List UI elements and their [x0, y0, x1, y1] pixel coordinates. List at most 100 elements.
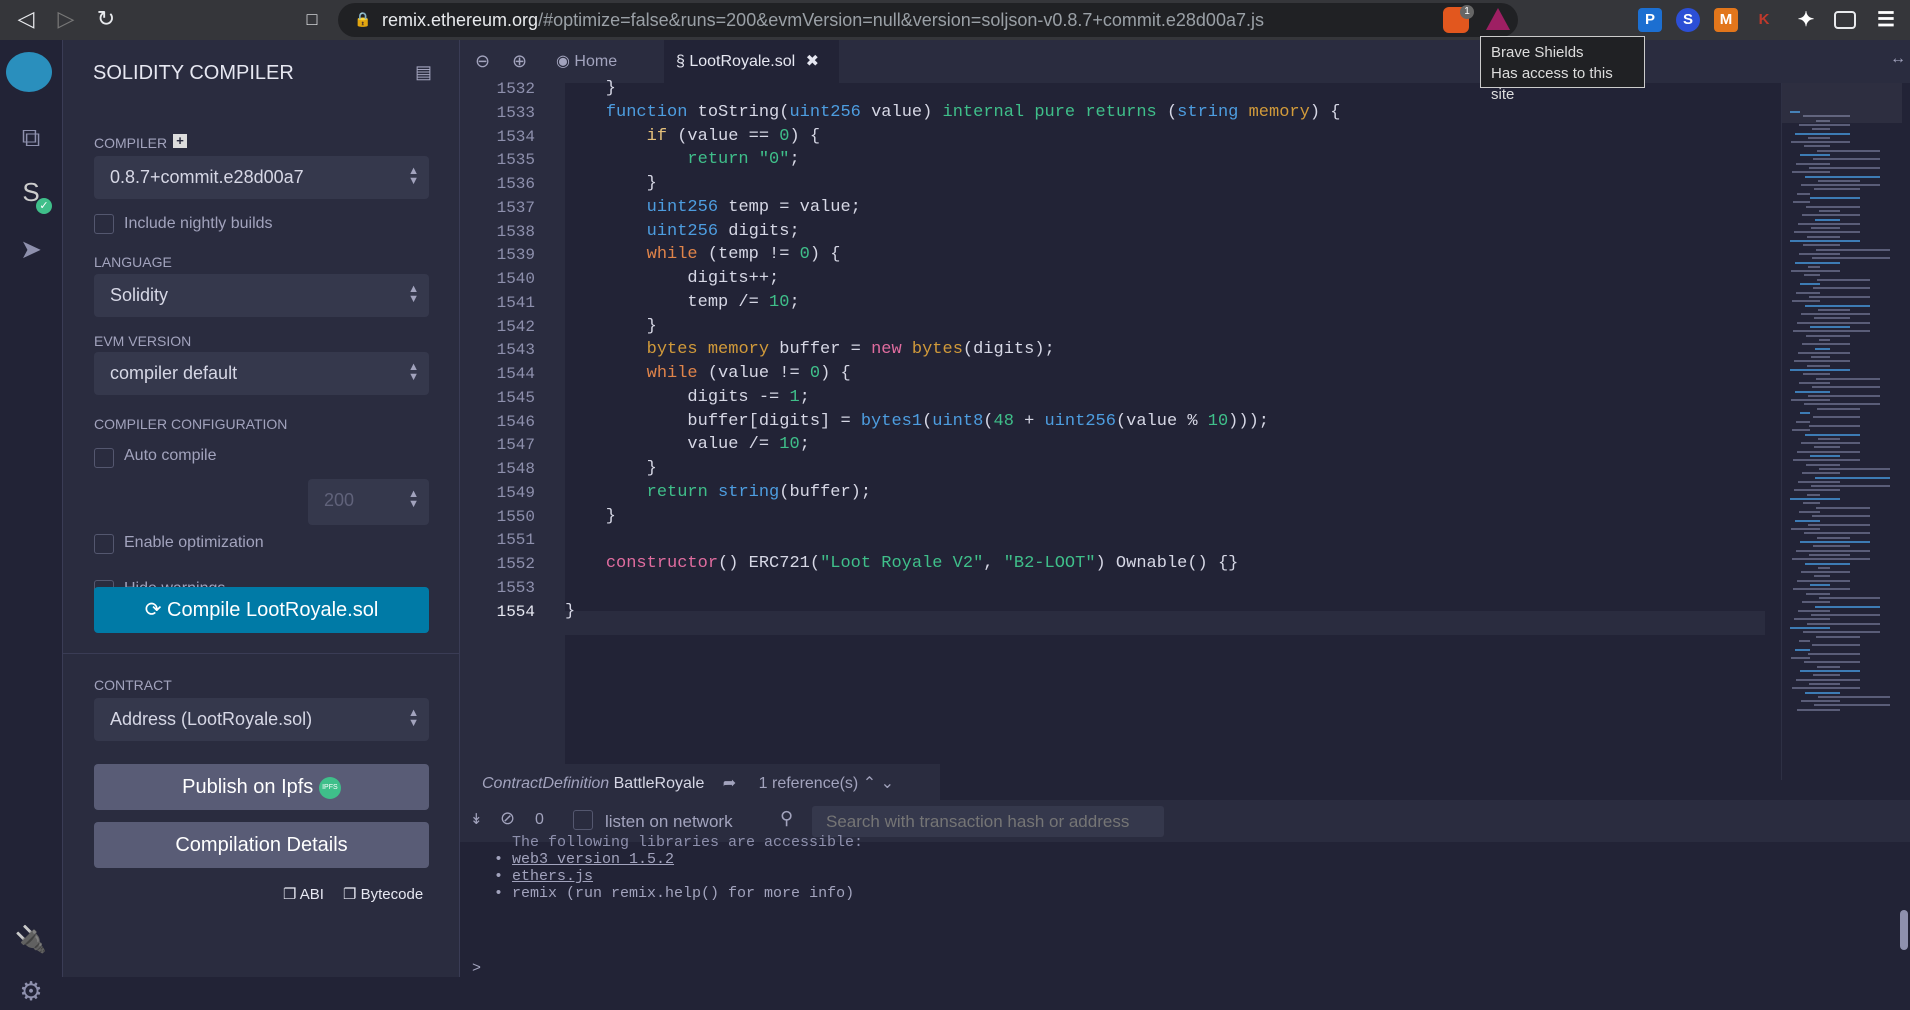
zoom-out-icon[interactable]: ⊖ — [475, 40, 490, 83]
collapse-terminal-icon[interactable]: ↡ — [470, 810, 483, 828]
terminal-list-item: • remix (run remix.help() for more info) — [494, 885, 855, 902]
deploy-run-icon[interactable]: ➤ — [14, 234, 48, 268]
remix-logo[interactable] — [6, 52, 52, 92]
back-icon[interactable]: ◁ — [12, 6, 40, 32]
minimap[interactable] — [1781, 83, 1910, 780]
compiler-config-label: COMPILER CONFIGURATION — [94, 416, 288, 432]
minimap-line — [1798, 222, 1860, 225]
minimap-line — [1804, 661, 1860, 664]
compile-button[interactable]: ⟳ Compile LootRoyale.sol — [94, 587, 429, 633]
lock-icon: 🔒 — [354, 11, 372, 27]
expand-panel-icon[interactable]: ↔ — [1890, 37, 1906, 80]
minimap-line — [1808, 523, 1870, 526]
terminal-scrollbar[interactable] — [1900, 910, 1908, 950]
clear-console-icon[interactable]: ⊘ — [500, 808, 515, 829]
language-select[interactable]: Solidity ▲ ▼ — [94, 274, 429, 317]
plugin-manager-icon[interactable]: 🔌 — [14, 924, 48, 958]
metamask-icon[interactable]: M — [1714, 8, 1738, 32]
code-token: 10 — [779, 435, 800, 455]
compiler-version-select[interactable]: 0.8.7+commit.e28d00a7 ▲ ▼ — [94, 156, 429, 199]
bookmark-icon[interactable]: □ — [298, 9, 326, 30]
abi-copy-button[interactable]: ❐ ABI — [283, 885, 324, 903]
extension-s-icon[interactable]: S — [1676, 8, 1700, 32]
code-line: buffer[digits] = bytes1(uint8(48 + uint2… — [565, 410, 1269, 434]
brave-rewards-icon[interactable] — [1486, 8, 1510, 30]
nightly-checkbox[interactable] — [94, 214, 114, 234]
minimap-line — [1809, 682, 1840, 685]
minimap-line — [1818, 179, 1860, 182]
zoom-in-icon[interactable]: ⊕ — [512, 40, 527, 83]
minimap-line — [1811, 356, 1830, 359]
minimap-line — [1815, 218, 1840, 221]
minimap-line — [1815, 476, 1890, 479]
terminal-prompt[interactable]: > — [472, 960, 481, 977]
listen-network-label: listen on network — [605, 812, 733, 831]
minimap-line — [1793, 459, 1860, 462]
url-path: /#optimize=false&runs=200&evmVersion=nul… — [538, 10, 1264, 30]
web3-link[interactable]: web3 version 1.5.2 — [512, 851, 674, 868]
terminal-list-item: • web3 version 1.5.2 — [494, 851, 675, 868]
code-token: 0 — [799, 245, 810, 265]
next-reference-icon[interactable]: ⌄ — [881, 775, 894, 792]
code-token: ; — [799, 387, 810, 407]
tab-lootroyale[interactable]: § LootRoyale.sol ✖ — [664, 40, 839, 83]
wallet-icon[interactable] — [1834, 11, 1856, 29]
code-token: ; — [789, 292, 800, 312]
enable-optimization-checkbox[interactable] — [94, 534, 114, 554]
documentation-icon[interactable]: ▤ — [415, 62, 432, 83]
select-arrows-icon: ▲ ▼ — [408, 361, 419, 383]
code-token: (digits); — [962, 340, 1055, 360]
close-tab-icon[interactable]: ✖ — [806, 53, 819, 70]
file-explorer-icon[interactable]: ⧉ — [14, 122, 48, 156]
code-token: while — [646, 364, 698, 383]
minimap-line — [1816, 377, 1880, 380]
runs-value: 200 — [324, 490, 355, 510]
editor-tabs: ⊖ ⊕ ◉ Home § LootRoyale.sol ✖ ↔ — [460, 40, 1910, 83]
evm-version-select[interactable]: compiler default ▲ ▼ — [94, 352, 429, 395]
runs-input[interactable]: 200 ▲ ▼ — [308, 479, 429, 525]
forward-icon[interactable]: ▷ — [52, 6, 80, 32]
extension-p-icon[interactable]: P — [1638, 8, 1662, 32]
reload-icon[interactable]: ↻ — [92, 6, 120, 32]
listen-network-checkbox[interactable] — [573, 810, 593, 830]
address-bar[interactable]: 🔒 remix.ethereum.org/#optimize=false&run… — [338, 3, 1518, 37]
auto-compile-checkbox[interactable] — [94, 448, 114, 468]
language-label: LANGUAGE — [94, 254, 172, 270]
settings-gear-icon[interactable]: ⚙ — [14, 976, 48, 1010]
url-host: remix.ethereum.org — [382, 10, 539, 30]
goto-definition-icon[interactable]: ➦ — [723, 775, 736, 792]
publish-ipfs-button[interactable]: Publish on Ipfs IPFS — [94, 764, 429, 810]
minimap-line — [1817, 536, 1850, 539]
minimap-viewport[interactable] — [1782, 83, 1902, 123]
transaction-search-input[interactable] — [812, 806, 1164, 837]
code-token: } — [565, 506, 617, 526]
code-line: return "0"; — [565, 148, 799, 172]
add-compiler-icon[interactable]: + — [173, 134, 187, 148]
contract-select[interactable]: Address (LootRoyale.sol) ▲ ▼ — [94, 698, 429, 741]
code-area[interactable]: } function toString(uint256 value) inter… — [460, 79, 1781, 780]
menu-icon[interactable]: ☰ — [1874, 8, 1898, 32]
tab-lootroyale-label: LootRoyale.sol — [689, 53, 796, 70]
code-line: bytes memory buffer = new bytes(digits); — [565, 338, 1055, 362]
extensions-puzzle-icon[interactable]: ✦ — [1794, 8, 1818, 32]
code-token: ) Ownable() {} — [1095, 554, 1239, 573]
code-line: while (value != 0) { — [565, 362, 851, 386]
code-token: ))); — [1228, 411, 1269, 431]
pending-count: 0 — [535, 811, 544, 828]
minimap-line — [1799, 123, 1850, 126]
minimap-line — [1806, 463, 1840, 466]
extension-k-icon[interactable]: K — [1752, 8, 1776, 32]
compilation-details-button[interactable]: Compilation Details — [94, 822, 429, 868]
previous-reference-icon[interactable]: ⌃ — [863, 775, 876, 792]
minimap-line — [1819, 338, 1830, 341]
code-token: temp /= — [565, 292, 770, 312]
ethers-link[interactable]: ethers.js — [512, 868, 593, 885]
code-token: value) — [860, 102, 943, 122]
minimap-line — [1806, 592, 1830, 595]
code-token: 10 — [769, 292, 790, 312]
minimap-line — [1805, 691, 1840, 694]
bytecode-copy-button[interactable]: ❐ Bytecode — [343, 885, 423, 903]
